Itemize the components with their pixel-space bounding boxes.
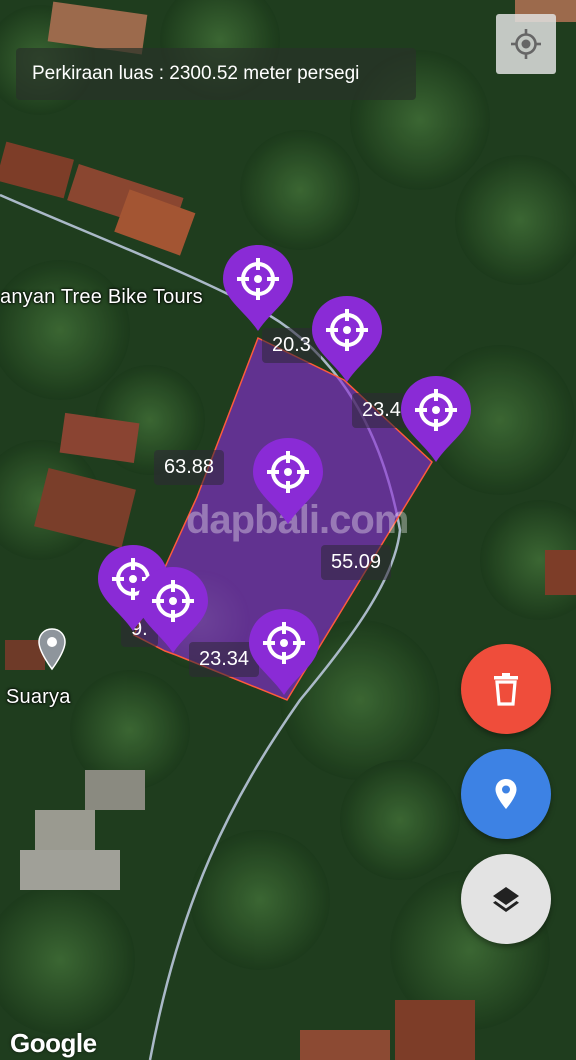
- layers-icon: [493, 887, 519, 912]
- trash-icon: [494, 673, 518, 706]
- vertex-marker[interactable]: [310, 294, 384, 384]
- google-attribution: Google: [10, 1028, 97, 1058]
- vertex-marker[interactable]: [221, 243, 295, 333]
- place-pin-icon[interactable]: [36, 627, 68, 671]
- vertex-marker[interactable]: [136, 565, 210, 655]
- center-marker[interactable]: [251, 436, 325, 526]
- vertex-marker[interactable]: [247, 607, 321, 697]
- area-estimate-text: Perkiraan luas : 2300.52 meter persegi: [32, 63, 360, 84]
- map-pin-icon: [495, 779, 517, 809]
- my-location-button[interactable]: [496, 14, 556, 74]
- segment-length-label: 55.09: [321, 545, 392, 580]
- delete-button[interactable]: [461, 644, 551, 734]
- place-label-bike-tours[interactable]: anyan Tree Bike Tours: [0, 286, 203, 309]
- area-estimate-banner: Perkiraan luas : 2300.52 meter persegi: [16, 48, 416, 100]
- segment-length-label: 63.88: [154, 450, 225, 485]
- layers-button[interactable]: [461, 854, 551, 944]
- add-point-button[interactable]: [461, 749, 551, 839]
- crosshair-gps-icon: [511, 29, 541, 59]
- place-label-suarya[interactable]: Suarya: [6, 686, 71, 709]
- vertex-marker[interactable]: [399, 374, 473, 464]
